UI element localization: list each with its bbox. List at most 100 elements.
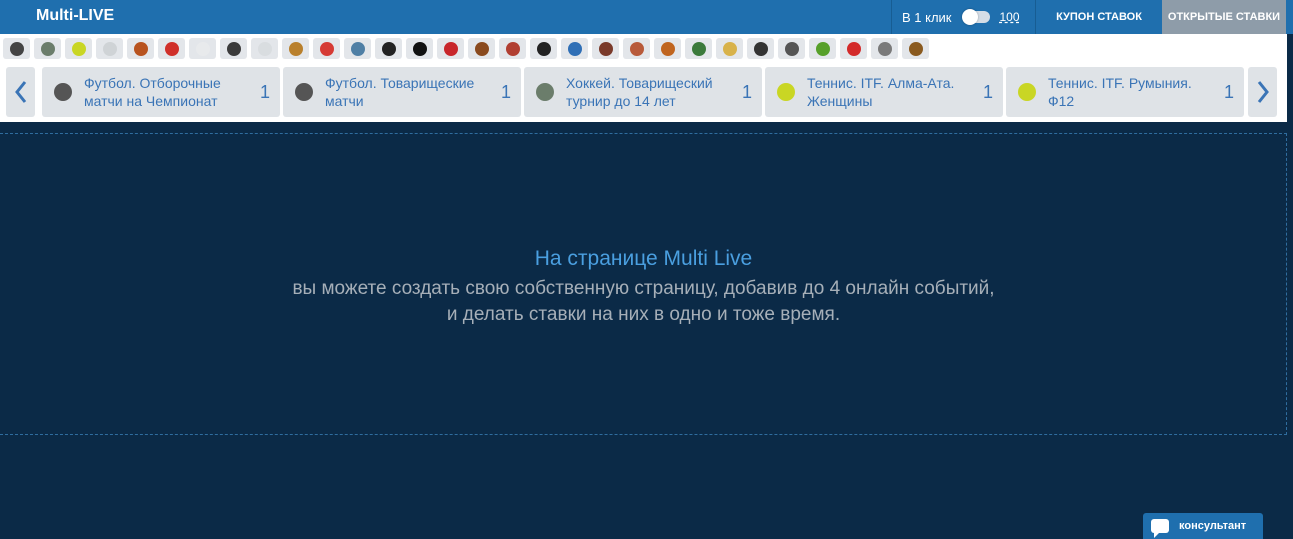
- event-name: Футбол. Отборочные матчи на Чемпионат: [84, 75, 221, 109]
- rowing-icon: [350, 41, 365, 56]
- sport-filter-16[interactable]: [499, 38, 526, 59]
- snooker-ball-icon: [257, 41, 272, 56]
- event-card[interactable]: Теннис. ITF. Алма-Ата. Женщины 1: [765, 67, 1003, 117]
- sport-filter-28[interactable]: [871, 38, 898, 59]
- one-click-toggle[interactable]: [961, 9, 990, 25]
- bet-coupon-button[interactable]: КУПОН СТАВОК: [1037, 0, 1161, 34]
- controller-icon: [877, 41, 892, 56]
- lizard-icon: [815, 41, 830, 56]
- soccer-ball-icon: [9, 41, 24, 56]
- event-name: Теннис. ITF. Румыния. Ф12: [1048, 75, 1192, 109]
- sport-filter-0[interactable]: [3, 38, 30, 59]
- sport-filter-21[interactable]: [654, 38, 681, 59]
- multi-live-dropzone[interactable]: На странице Multi Live вы можете создать…: [0, 133, 1287, 435]
- event-count: 1: [982, 82, 993, 102]
- one-click-label: В 1 клик: [902, 9, 952, 25]
- sport-filter-27[interactable]: [840, 38, 867, 59]
- header-bar: Multi-LIVE В 1 клик 100 КУПОН СТАВОК ОТК…: [0, 0, 1293, 34]
- sport-filter-15[interactable]: [468, 38, 495, 59]
- sport-filter-18[interactable]: [561, 38, 588, 59]
- dog-racing-icon: [474, 41, 489, 56]
- heroes-icon: [908, 41, 923, 56]
- mortal-kombat-icon: [536, 41, 551, 56]
- sport-filter-26[interactable]: [809, 38, 836, 59]
- soccer-ball-icon: [54, 83, 72, 101]
- event-count: 1: [1223, 82, 1234, 102]
- open-bets-button[interactable]: ОТКРЫТЫЕ СТАВКИ: [1162, 0, 1286, 34]
- sport-filter-24[interactable]: [747, 38, 774, 59]
- horse-racing-icon: [288, 41, 303, 56]
- soccer-ball-icon: [295, 83, 313, 101]
- consultant-chat-button[interactable]: консультант: [1143, 513, 1263, 539]
- sport-filter-13[interactable]: [406, 38, 433, 59]
- sport-filter-9[interactable]: [282, 38, 309, 59]
- event-card[interactable]: Футбол. Товарищеские матчи 1: [283, 67, 521, 117]
- shooting-icon: [784, 41, 799, 56]
- sport-filter-4[interactable]: [127, 38, 154, 59]
- sport-filter-6[interactable]: [189, 38, 216, 59]
- sport-filter-1[interactable]: [34, 38, 61, 59]
- sport-filter-22[interactable]: [685, 38, 712, 59]
- volleyball-icon: [102, 41, 117, 56]
- star-icon: [722, 41, 737, 56]
- ufc-icon: [443, 41, 458, 56]
- one-click-amount[interactable]: 100: [1000, 10, 1020, 24]
- tennis-ball-icon: [777, 83, 795, 101]
- sport-filter-2[interactable]: [65, 38, 92, 59]
- boxing-icon: [660, 41, 675, 56]
- sport-filter-7[interactable]: [220, 38, 247, 59]
- carousel-prev-button[interactable]: [6, 67, 35, 117]
- hockey-skate-icon: [40, 41, 55, 56]
- hurling-icon: [505, 41, 520, 56]
- one-click-bet-control: В 1 клик 100: [891, 0, 1036, 34]
- turtle-icon: [691, 41, 706, 56]
- event-count: 1: [741, 82, 752, 102]
- sport-filter-11[interactable]: [344, 38, 371, 59]
- dropzone-line-2: и делать ставки на них в одно и тоже вре…: [446, 304, 841, 325]
- event-card[interactable]: Теннис. ITF. Румыния. Ф12 1: [1006, 67, 1244, 117]
- carousel-next-button[interactable]: [1248, 67, 1277, 117]
- sport-filter-17[interactable]: [530, 38, 557, 59]
- dota-hero-icon: [598, 41, 613, 56]
- hockey-skate-icon: [536, 83, 554, 101]
- warrior-icon: [753, 41, 768, 56]
- sport-icons-row: [3, 38, 929, 59]
- dropzone-title: На странице Multi Live: [534, 247, 753, 270]
- panda-icon: [381, 41, 396, 56]
- events-carousel: Футбол. Отборочные матчи на Чемпионат 1 Фу…: [42, 67, 1244, 117]
- chevron-right-icon: [1257, 81, 1269, 103]
- event-name: Теннис. ITF. Алма-Ата. Женщины: [807, 75, 955, 109]
- sport-filter-14[interactable]: [437, 38, 464, 59]
- page-title: Multi-LIVE: [36, 7, 115, 24]
- american-football-icon: [133, 41, 148, 56]
- chevron-left-icon: [14, 81, 26, 103]
- toggle-knob: [961, 9, 978, 25]
- event-card[interactable]: Футбол. Отборочные матчи на Чемпионат 1: [42, 67, 280, 117]
- table-tennis-icon: [164, 41, 179, 56]
- sport-filter-12[interactable]: [375, 38, 402, 59]
- sport-filter-25[interactable]: [778, 38, 805, 59]
- event-name: Хоккей. Товарищеский турнир до 14 лет: [566, 75, 713, 109]
- event-card[interactable]: Хоккей. Товарищеский турнир до 14 лет 1: [524, 67, 762, 117]
- sport-filter-8[interactable]: [251, 38, 278, 59]
- angry-bird-icon: [846, 41, 861, 56]
- dropzone-line-1: вы можете создать свою собственную стран…: [292, 278, 995, 299]
- sport-filter-23[interactable]: [716, 38, 743, 59]
- consultant-label: консультант: [1179, 520, 1247, 532]
- sport-filter-29[interactable]: [902, 38, 929, 59]
- sport-filter-3[interactable]: [96, 38, 123, 59]
- event-count: 1: [259, 82, 270, 102]
- sport-filter-20[interactable]: [623, 38, 650, 59]
- chat-bubble-icon: [1151, 519, 1169, 538]
- sport-filter-19[interactable]: [592, 38, 619, 59]
- event-name: Футбол. Товарищеские матчи: [325, 75, 475, 109]
- cap-icon: [319, 41, 334, 56]
- gamepad-icon: [226, 41, 241, 56]
- sports-bar: Футбол. Отборочные матчи на Чемпионат 1 Фу…: [0, 34, 1287, 122]
- sport-filter-10[interactable]: [313, 38, 340, 59]
- event-count: 1: [500, 82, 511, 102]
- tennis-ball-icon: [71, 41, 86, 56]
- counter-strike-icon: [412, 41, 427, 56]
- sport-filter-5[interactable]: [158, 38, 185, 59]
- golf-ball-icon: [195, 41, 210, 56]
